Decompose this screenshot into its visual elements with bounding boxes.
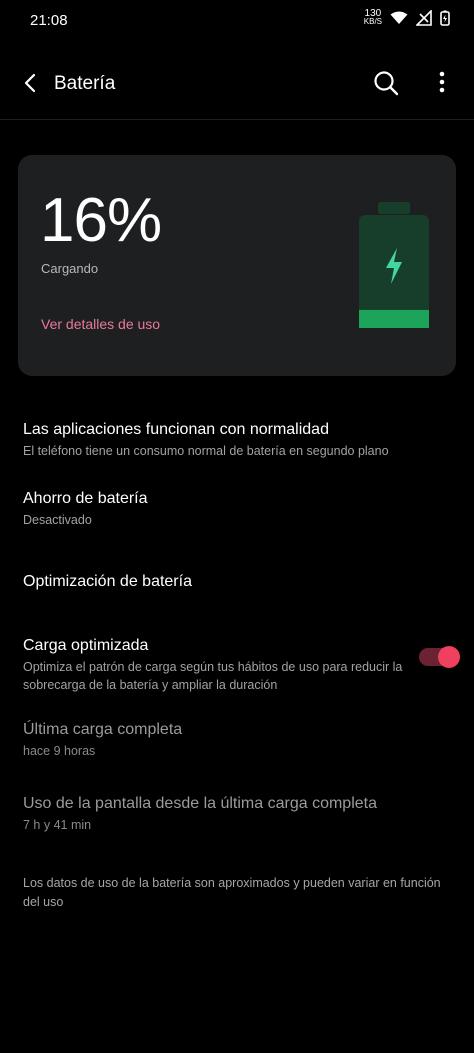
- optimized-charging-toggle[interactable]: [419, 646, 460, 668]
- battery-saver-subtitle: Desactivado: [23, 513, 92, 527]
- header-divider: [0, 119, 474, 120]
- battery-saver-title: Ahorro de batería: [23, 490, 148, 507]
- battery-optimization-title: Optimización de batería: [23, 573, 192, 590]
- usage-details-link[interactable]: Ver detalles de uso: [41, 316, 160, 332]
- last-full-charge-title: Última carga completa: [23, 721, 183, 738]
- battery-card: 16% Cargando Ver detalles de uso: [18, 155, 456, 376]
- charging-status: Cargando: [41, 261, 99, 276]
- screen-usage-item: Uso de la pantalla desde la última carga…: [23, 794, 453, 834]
- network-speed: 130 KB/S: [363, 9, 382, 26]
- network-speed-unit: KB/S: [363, 17, 382, 26]
- battery-optimization-item[interactable]: Optimización de batería: [23, 572, 423, 592]
- battery-percent: 16%: [40, 186, 162, 255]
- toggle-thumb: [438, 646, 460, 668]
- app-bar: Batería: [0, 52, 474, 114]
- status-time: 21:08: [30, 12, 68, 29]
- app-status-subtitle: El teléfono tiene un consumo normal de b…: [23, 444, 389, 458]
- back-arrow-icon[interactable]: [18, 70, 44, 96]
- wifi-icon: [390, 11, 408, 24]
- battery-charging-icon: [359, 202, 429, 328]
- signal-icon: [416, 10, 432, 26]
- screen-usage-title: Uso de la pantalla desde la última carga…: [23, 795, 377, 812]
- status-icons: 130 KB/S: [363, 9, 450, 26]
- battery-saver-item[interactable]: Ahorro de batería Desactivado: [23, 489, 423, 529]
- usage-disclaimer: Los datos de uso de la batería son aprox…: [23, 876, 441, 909]
- last-full-charge-subtitle: hace 9 horas: [23, 744, 96, 758]
- more-options-icon[interactable]: [432, 69, 452, 97]
- app-status-title: Las aplicaciones funcionan con normalida…: [23, 421, 329, 438]
- page-title: Batería: [54, 73, 116, 94]
- optimized-charging-item[interactable]: Carga optimizada Optimiza el patrón de c…: [23, 636, 408, 694]
- app-status-item[interactable]: Las aplicaciones funcionan con normalida…: [23, 420, 423, 460]
- battery-status-icon: [440, 10, 450, 26]
- status-bar: 21:08 130 KB/S: [0, 0, 474, 40]
- optimized-charging-subtitle: Optimiza el patrón de carga según tus há…: [23, 660, 403, 692]
- optimized-charging-title: Carga optimizada: [23, 637, 149, 654]
- search-icon[interactable]: [372, 69, 400, 97]
- screen-usage-subtitle: 7 h y 41 min: [23, 818, 92, 832]
- last-full-charge-item: Última carga completa hace 9 horas: [23, 720, 423, 760]
